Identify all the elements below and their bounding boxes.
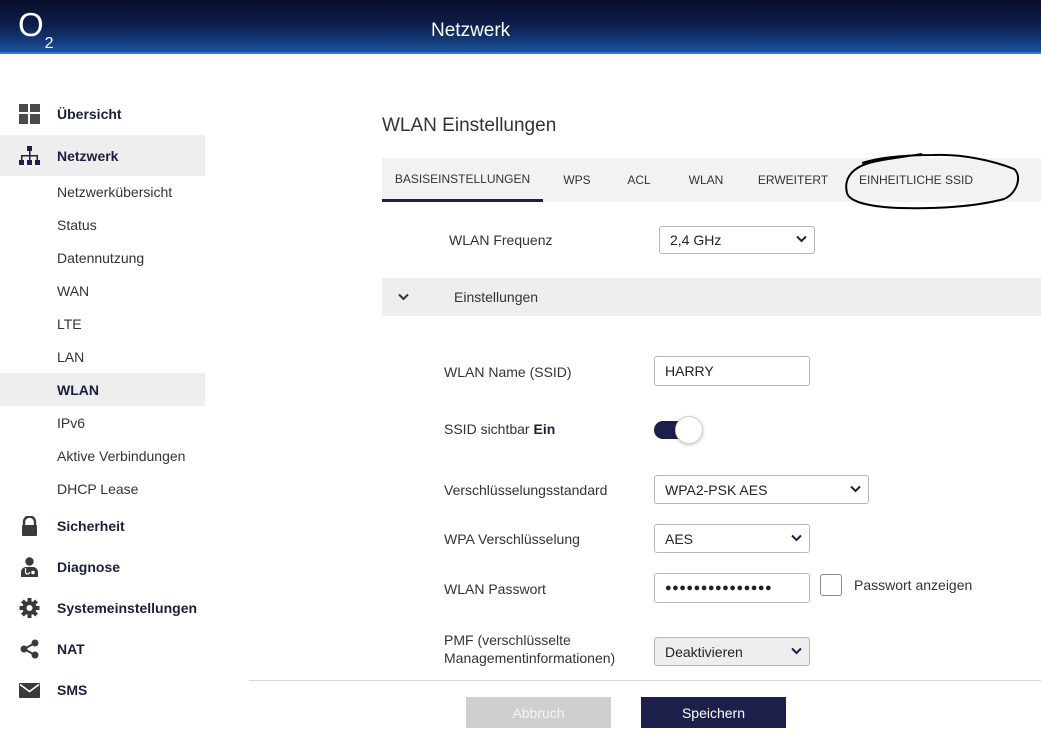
sidebar-item-sms[interactable]: SMS: [0, 669, 205, 710]
sidebar-subitem-lte[interactable]: LTE: [0, 307, 205, 340]
sidebar-item-label: Diagnose: [57, 558, 121, 575]
pmf-value: Deaktivieren: [665, 643, 743, 660]
sidebar-item-label: Systemeinstellungen: [57, 599, 198, 616]
tab-basiseinstellungen[interactable]: BASISEINSTELLUNGEN: [382, 158, 543, 202]
ssid-value: HARRY: [665, 363, 714, 379]
chevron-down-icon: [398, 293, 409, 301]
cancel-button[interactable]: Abbruch: [466, 697, 611, 728]
sidebar-item-systemeinstellungen[interactable]: Systemeinstellungen: [0, 587, 205, 628]
wpa-encryption-value: AES: [665, 530, 694, 547]
save-button[interactable]: Speichern: [641, 697, 786, 728]
frequency-label: WLAN Frequenz: [449, 232, 553, 248]
frequency-value: 2,4 GHz: [670, 232, 722, 248]
sidebar-subitem-netzwerkuebersicht[interactable]: Netzwerkübersicht: [0, 175, 205, 208]
sidebar-subitem-wlan[interactable]: WLAN: [0, 373, 205, 406]
sidebar-item-sicherheit[interactable]: Sicherheit: [0, 505, 205, 546]
encryption-standard-select[interactable]: WPA2-PSK AES: [654, 475, 869, 504]
logo-letter: O: [18, 6, 44, 43]
show-password-label: Passwort anzeigen: [854, 577, 973, 593]
wpa-encryption-label: WPA Verschlüsselung: [444, 531, 580, 547]
top-header: O2 Netzwerk: [0, 0, 1041, 54]
ssid-visible-state: Ein: [533, 421, 556, 437]
chevron-down-icon: [791, 534, 802, 541]
sidebar-subitem-datennutzung[interactable]: Datennutzung: [0, 241, 205, 274]
pmf-label: PMF (verschlüsselte Managementinformatio…: [444, 631, 615, 667]
sidebar-item-nat[interactable]: NAT: [0, 628, 205, 669]
pmf-label-line2: Managementinformationen): [444, 650, 616, 666]
tab-wps[interactable]: WPS: [552, 158, 602, 202]
page-title: WLAN Einstellungen: [382, 115, 557, 136]
password-input[interactable]: ●●●●●●●●●●●●●●●: [654, 573, 810, 603]
tab-acl[interactable]: ACL: [614, 158, 664, 202]
sidebar-subitem-lan[interactable]: LAN: [0, 340, 205, 373]
network-tree-icon: [19, 146, 40, 165]
header-title: Netzwerk: [431, 20, 511, 41]
sidebar-subitem-label: WLAN: [57, 381, 99, 398]
sidebar-item-diagnose[interactable]: Diagnose: [0, 546, 205, 587]
tab-erweitert[interactable]: ERWEITERT: [750, 158, 836, 202]
password-label: WLAN Passwort: [444, 581, 546, 597]
sidebar-subitem-status[interactable]: Status: [0, 208, 205, 241]
sidebar-subitem-label: Status: [57, 216, 97, 233]
sidebar-subitem-ipv6[interactable]: IPv6: [0, 406, 205, 439]
sidebar-subitem-label: Netzwerkübersicht: [57, 183, 173, 200]
chevron-down-icon: [796, 235, 807, 243]
sidebar-item-uebersicht[interactable]: Übersicht: [0, 93, 205, 134]
hand-drawn-circle-annotation: [845, 153, 1020, 210]
encryption-standard-value: WPA2-PSK AES: [665, 481, 768, 498]
sidebar-subitem-label: LTE: [57, 315, 82, 332]
sidebar-subitem-label: DHCP Lease: [57, 480, 139, 497]
encryption-standard-label: Verschlüsselungsstandard: [444, 482, 608, 498]
sidebar-subitem-wan[interactable]: WAN: [0, 274, 205, 307]
sidebar-item-label: NAT: [57, 640, 85, 657]
footer-divider: [249, 680, 1041, 681]
doctor-icon: [21, 557, 38, 577]
ssid-visible-label-text: SSID sichtbar: [444, 421, 530, 437]
wpa-encryption-select[interactable]: AES: [654, 524, 810, 553]
sidebar-item-label: Sicherheit: [57, 517, 125, 534]
password-value: ●●●●●●●●●●●●●●●: [665, 582, 773, 594]
frequency-select[interactable]: 2,4 GHz: [659, 226, 815, 254]
section-label: Einstellungen: [454, 289, 539, 305]
sidebar-item-netzwerk[interactable]: Netzwerk: [0, 135, 205, 176]
sidebar-subitem-label: Aktive Verbindungen: [57, 447, 186, 464]
lock-icon: [22, 516, 37, 536]
o2-logo[interactable]: O2: [18, 7, 54, 58]
gear-icon: [19, 598, 40, 618]
chevron-down-icon: [850, 485, 861, 492]
grid-icon: [19, 104, 40, 124]
ssid-visible-toggle[interactable]: [654, 415, 704, 445]
tab-wlan[interactable]: WLAN: [679, 158, 733, 202]
ssid-visible-label: SSID sichtbar Ein: [444, 421, 555, 437]
sidebar-item-label: SMS: [57, 681, 88, 698]
show-password-checkbox[interactable]: [820, 574, 842, 596]
ssid-label: WLAN Name (SSID): [444, 364, 572, 380]
sidebar-subitem-label: Datennutzung: [57, 249, 145, 266]
ssid-input[interactable]: HARRY: [654, 356, 810, 386]
chevron-down-icon: [791, 647, 802, 654]
sidebar-subitem-label: IPv6: [57, 414, 86, 431]
sidebar-subitem-label: LAN: [57, 348, 85, 365]
pmf-label-line1: PMF (verschlüsselte: [444, 632, 571, 648]
share-icon: [20, 639, 39, 659]
sidebar-item-label: Netzwerk: [57, 147, 119, 164]
sidebar-subitem-dhcp-lease[interactable]: DHCP Lease: [0, 472, 205, 505]
settings-section-header[interactable]: Einstellungen: [382, 278, 1041, 316]
pmf-select[interactable]: Deaktivieren: [654, 637, 810, 666]
header-accent-line: [0, 52, 1041, 54]
toggle-knob: [675, 416, 703, 444]
sidebar-item-label: Übersicht: [57, 105, 122, 122]
sidebar-subitem-label: WAN: [57, 282, 90, 299]
logo-subscript: 2: [44, 34, 54, 52]
envelope-icon: [19, 683, 40, 698]
sidebar-subitem-aktive-verbindungen[interactable]: Aktive Verbindungen: [0, 439, 205, 472]
